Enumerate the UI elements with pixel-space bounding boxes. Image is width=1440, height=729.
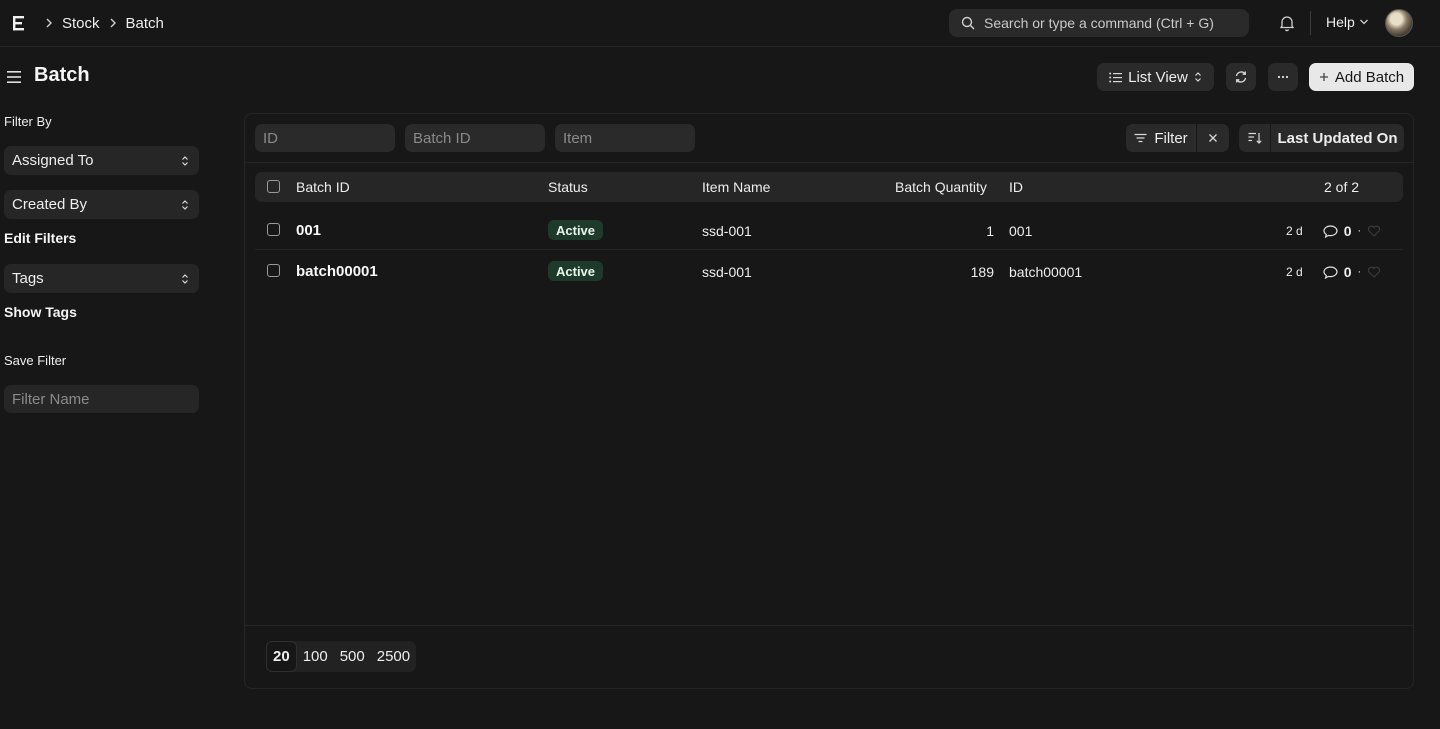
record-count: 2 of 2 bbox=[1324, 179, 1360, 195]
meta-dot: · bbox=[1357, 225, 1362, 237]
tags-select[interactable]: Tags bbox=[4, 264, 199, 293]
column-item-name[interactable]: Item Name bbox=[702, 179, 770, 195]
help-label: Help bbox=[1326, 14, 1355, 30]
table-row[interactable]: 001 Active ssd-001 1 001 2 d 0 · bbox=[255, 209, 1403, 250]
page-length-2500[interactable]: 2500 bbox=[371, 641, 416, 672]
page-length-selector: 20 100 500 2500 bbox=[266, 641, 417, 672]
item-name-cell: ssd-001 bbox=[702, 223, 752, 239]
item-name-cell: ssd-001 bbox=[702, 264, 752, 280]
select-arrows-icon bbox=[182, 155, 188, 166]
add-batch-button[interactable]: Add Batch bbox=[1309, 63, 1414, 91]
column-status[interactable]: Status bbox=[548, 179, 588, 195]
chevron-right-icon bbox=[44, 18, 54, 28]
more-actions-button[interactable] bbox=[1268, 63, 1298, 91]
assigned-to-select[interactable]: Assigned To bbox=[4, 146, 199, 175]
help-dropdown[interactable]: Help bbox=[1326, 14, 1369, 30]
row-meta: 2 d 0 · bbox=[1286, 264, 1381, 280]
item-filter-input[interactable]: Item bbox=[555, 124, 695, 152]
list-panel: ID Batch ID Item Filter Last Updated On bbox=[244, 113, 1414, 689]
comment-count: 0 bbox=[1343, 264, 1352, 280]
ellipsis-icon bbox=[1277, 75, 1289, 79]
tags-label: Tags bbox=[12, 270, 44, 287]
search-input[interactable]: Search or type a command (Ctrl + G) bbox=[949, 9, 1249, 37]
page-length-20[interactable]: 20 bbox=[266, 641, 297, 672]
row-checkbox[interactable] bbox=[267, 223, 280, 236]
sort-direction-button[interactable] bbox=[1239, 124, 1270, 152]
batch-id-cell[interactable]: batch00001 bbox=[296, 263, 378, 280]
select-all-checkbox[interactable] bbox=[267, 180, 280, 193]
select-arrows-icon bbox=[182, 199, 188, 210]
breadcrumb-batch[interactable]: Batch bbox=[126, 15, 164, 32]
top-navbar: Stock Batch Search or type a command (Ct… bbox=[0, 0, 1440, 47]
save-filter-heading: Save Filter bbox=[4, 353, 67, 368]
select-arrows-icon bbox=[182, 273, 188, 284]
close-icon bbox=[1209, 134, 1217, 142]
app-logo-icon[interactable] bbox=[12, 13, 26, 33]
filter-by-heading: Filter By bbox=[4, 114, 52, 129]
breadcrumb: Stock Batch bbox=[44, 0, 164, 46]
id-filter-input[interactable]: ID bbox=[255, 124, 395, 152]
filter-icon bbox=[1134, 133, 1147, 143]
clear-filter-button[interactable] bbox=[1197, 124, 1229, 152]
breadcrumb-stock[interactable]: Stock bbox=[62, 15, 100, 32]
chevron-right-icon bbox=[108, 18, 118, 28]
created-by-select[interactable]: Created By bbox=[4, 190, 199, 219]
sort-label: Last Updated On bbox=[1277, 129, 1398, 147]
batch-id-cell[interactable]: 001 bbox=[296, 222, 321, 239]
status-badge: Active bbox=[548, 220, 604, 240]
list-footer: 20 100 500 2500 bbox=[245, 625, 1413, 688]
sort-field-button[interactable]: Last Updated On bbox=[1271, 124, 1404, 152]
id-cell: batch00001 bbox=[1009, 264, 1083, 280]
refresh-button[interactable] bbox=[1226, 63, 1256, 91]
id-cell: 001 bbox=[1009, 223, 1033, 239]
page-length-100[interactable]: 100 bbox=[297, 641, 334, 672]
batch-id-filter-input[interactable]: Batch ID bbox=[405, 124, 545, 152]
table-header: Batch ID Status Item Name Batch Quantity… bbox=[255, 172, 1403, 202]
comment-icon[interactable] bbox=[1323, 224, 1338, 238]
filter-button-group: Filter bbox=[1126, 124, 1229, 152]
filter-button[interactable]: Filter bbox=[1126, 124, 1196, 152]
plus-icon bbox=[1319, 73, 1328, 81]
select-arrows-icon bbox=[1194, 72, 1201, 82]
page-length-500[interactable]: 500 bbox=[334, 641, 371, 672]
edit-filters-link[interactable]: Edit Filters bbox=[4, 230, 76, 246]
row-meta: 2 d 0 · bbox=[1286, 223, 1381, 239]
notification-bell-icon[interactable] bbox=[1278, 14, 1296, 32]
list-icon bbox=[1109, 72, 1123, 82]
list-view-button[interactable]: List View bbox=[1097, 63, 1214, 91]
status-badge: Active bbox=[548, 261, 604, 281]
add-batch-label: Add Batch bbox=[1334, 68, 1405, 86]
user-avatar[interactable] bbox=[1385, 9, 1413, 37]
like-heart-icon[interactable] bbox=[1367, 225, 1381, 237]
navbar-divider bbox=[1310, 11, 1311, 35]
search-placeholder: Search or type a command (Ctrl + G) bbox=[984, 15, 1214, 31]
quantity-cell: 1 bbox=[986, 223, 994, 239]
modified-time: 2 d bbox=[1286, 265, 1303, 279]
search-icon bbox=[961, 16, 975, 30]
quantity-cell: 189 bbox=[970, 264, 994, 280]
filter-name-input[interactable]: Filter Name bbox=[4, 385, 199, 413]
comment-icon[interactable] bbox=[1323, 265, 1338, 279]
sort-descending-icon bbox=[1248, 132, 1262, 144]
show-tags-link[interactable]: Show Tags bbox=[4, 304, 77, 320]
comment-count: 0 bbox=[1343, 223, 1352, 239]
meta-dot: · bbox=[1357, 266, 1362, 278]
sort-button-group: Last Updated On bbox=[1239, 124, 1404, 152]
row-checkbox[interactable] bbox=[267, 264, 280, 277]
column-batch-id[interactable]: Batch ID bbox=[296, 179, 350, 195]
refresh-icon bbox=[1235, 71, 1247, 83]
column-batch-quantity[interactable]: Batch Quantity bbox=[895, 179, 987, 195]
like-heart-icon[interactable] bbox=[1367, 266, 1381, 278]
list-view-label: List View bbox=[1128, 68, 1188, 86]
column-id[interactable]: ID bbox=[1009, 179, 1023, 195]
assigned-to-label: Assigned To bbox=[12, 152, 94, 169]
modified-time: 2 d bbox=[1286, 224, 1303, 238]
filter-bar: ID Batch ID Item Filter Last Updated On bbox=[245, 114, 1413, 163]
table-row[interactable]: batch00001 Active ssd-001 189 batch00001… bbox=[255, 250, 1403, 291]
page-title: Batch bbox=[34, 64, 90, 86]
created-by-label: Created By bbox=[12, 196, 88, 213]
filter-label: Filter bbox=[1154, 129, 1188, 147]
chevron-down-icon bbox=[1359, 19, 1368, 25]
sidebar-toggle-icon[interactable] bbox=[7, 69, 21, 85]
